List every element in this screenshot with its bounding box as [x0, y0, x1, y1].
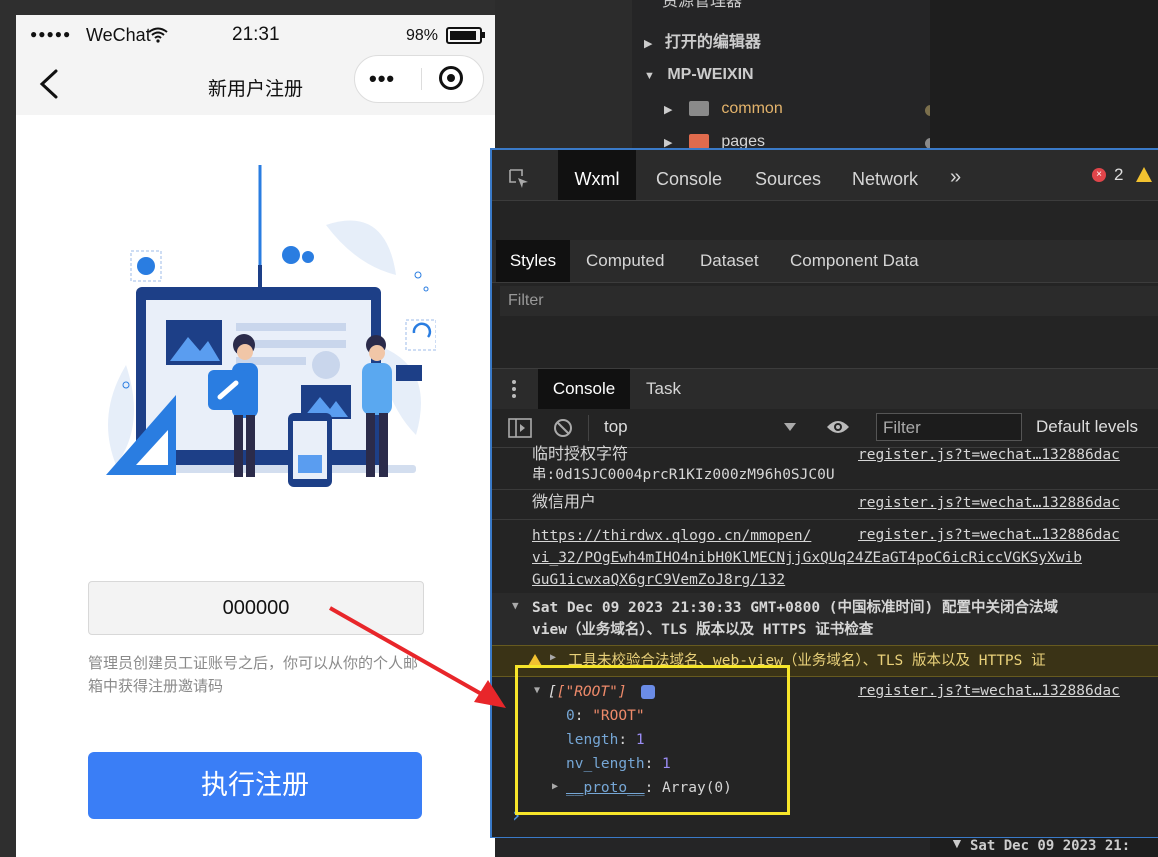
clear-console-icon[interactable] [552, 417, 574, 439]
folder-icon [688, 101, 709, 117]
annotation-highlight-box [515, 665, 790, 815]
more-icon[interactable]: ··· [880, 0, 896, 8]
group-title: view（业务域名）、TLS 版本以及 HTTPS 证书检查 [532, 622, 874, 638]
tab-wxml[interactable]: Wxml [558, 150, 636, 200]
drawer-tab-bar: Console Task [492, 368, 1158, 409]
register-button[interactable]: 执行注册 [88, 752, 422, 819]
warning-icon[interactable] [1136, 167, 1152, 182]
message-link[interactable]: GuG1icwxaQX6grC9VemZoJ8rg/132 [532, 569, 785, 591]
inspect-element-icon[interactable] [508, 168, 530, 190]
source-link[interactable]: register.js?t=wechat…132886dac [858, 527, 1120, 543]
mini-program-capsule: ••• [354, 55, 484, 103]
eye-icon[interactable] [826, 419, 850, 435]
folder-label: common [721, 100, 783, 117]
battery-icon [446, 27, 482, 44]
register-illustration [106, 165, 436, 487]
message-link[interactable]: https://thirdwx.qlogo.cn/mmopen/ [532, 525, 811, 547]
error-icon: × [1092, 168, 1106, 182]
message-text: 串:0d1SJC0004prcR1KIz000zM96h0SJC0U [532, 467, 835, 483]
project-label: MP-WEIXIN [667, 66, 754, 83]
message-text: 临时授权字符 [532, 446, 629, 463]
phone-simulator: ●●●●● WeChat 21:31 98% 新用户注册 ••• 000000 … [0, 0, 495, 857]
styles-filter-input[interactable]: Filter [500, 286, 1158, 316]
source-link[interactable]: register.js?t=wechat…132886dac [858, 683, 1120, 699]
battery-percent: 98% [406, 27, 439, 44]
background-log-text: Sat Dec 09 2023 21: [970, 838, 1131, 854]
explorer-item-common[interactable]: ▶ common [632, 93, 962, 125]
more-tabs-icon[interactable]: » [950, 150, 961, 200]
drawer-tab-console[interactable]: Console [538, 369, 630, 409]
background-log-line: ▼ Sat Dec 09 2023 21: [930, 835, 1158, 857]
console-toolbar: top Filter Default levels [492, 409, 1158, 448]
tab-sources[interactable]: Sources [755, 150, 821, 200]
editor-area [930, 0, 1158, 150]
error-count[interactable]: 2 [1114, 165, 1123, 185]
status-bar: ●●●●● WeChat 21:31 98% [16, 15, 495, 53]
console-message: 临时授权字符 串:0d1SJC0004prcR1KIz000zM96h0SJC0… [492, 446, 1158, 490]
wifi-icon [148, 27, 168, 43]
console-group[interactable]: ▼ Sat Dec 09 2023 21:30:33 GMT+0800 (中国标… [492, 593, 1158, 646]
kebab-menu-icon[interactable] [512, 379, 516, 399]
phone-screen: ●●●●● WeChat 21:31 98% 新用户注册 ••• 000000 … [16, 15, 495, 857]
drawer-tab-task[interactable]: Task [646, 369, 681, 409]
group-title: Sat Dec 09 2023 21:30:33 GMT+0800 (中国标准时… [532, 600, 1058, 616]
chevron-right-icon: ▶ [664, 104, 673, 116]
explorer-open-editors[interactable]: ▶ 打开的编辑器 [632, 27, 942, 59]
console-filter-input[interactable]: Filter [876, 413, 1022, 441]
devtools-tab-bar: Wxml Console Sources Network » × 2 [492, 150, 1158, 201]
explorer-header: 资源管理器 [662, 0, 743, 10]
console-message: 微信用户 register.js?t=wechat…132886dac [492, 489, 1158, 520]
message-text: 微信用户 [532, 494, 597, 511]
styles-tab-bar: Styles Computed Dataset Component Data [492, 240, 1158, 283]
explorer-project[interactable]: ▼ MP-WEIXIN [632, 59, 942, 91]
annotation-arrow [329, 606, 506, 708]
signal-icon: ●●●●● [30, 27, 72, 41]
log-levels-select[interactable]: Default levels [1036, 417, 1138, 437]
close-miniprogram-icon[interactable] [439, 66, 463, 90]
chevron-down-icon [784, 423, 796, 431]
tab-styles[interactable]: Styles [496, 240, 570, 282]
carrier-label: WeChat [86, 25, 151, 45]
tab-component-data[interactable]: Component Data [790, 240, 919, 282]
sidebar-toggle-icon[interactable] [508, 418, 532, 438]
more-menu-icon[interactable]: ••• [369, 66, 395, 92]
tab-dataset[interactable]: Dataset [700, 240, 759, 282]
chevron-right-icon[interactable]: ▶ [550, 652, 556, 663]
editor-gutter [495, 0, 632, 150]
status-time: 21:31 [232, 24, 280, 45]
tab-console[interactable]: Console [656, 150, 722, 200]
chevron-down-icon: ▼ [644, 70, 655, 82]
source-link[interactable]: register.js?t=wechat…132886dac [858, 447, 1120, 463]
context-select[interactable]: top [604, 417, 628, 437]
tab-network[interactable]: Network [852, 150, 918, 200]
console-message: https://thirdwx.qlogo.cn/mmopen/ vi_32/P… [492, 519, 1158, 594]
open-editors-label: 打开的编辑器 [664, 34, 761, 51]
source-link[interactable]: register.js?t=wechat…132886dac [858, 495, 1120, 511]
message-link[interactable]: vi_32/POgEwh4mIHO4nibH0KlMECNjjGxQUq24ZE… [532, 547, 1082, 569]
chevron-right-icon: ▶ [644, 38, 653, 50]
explorer-panel: 资源管理器 ··· ▶ 打开的编辑器 ▼ MP-WEIXIN ▶ common … [632, 0, 936, 150]
tab-computed[interactable]: Computed [586, 240, 664, 282]
